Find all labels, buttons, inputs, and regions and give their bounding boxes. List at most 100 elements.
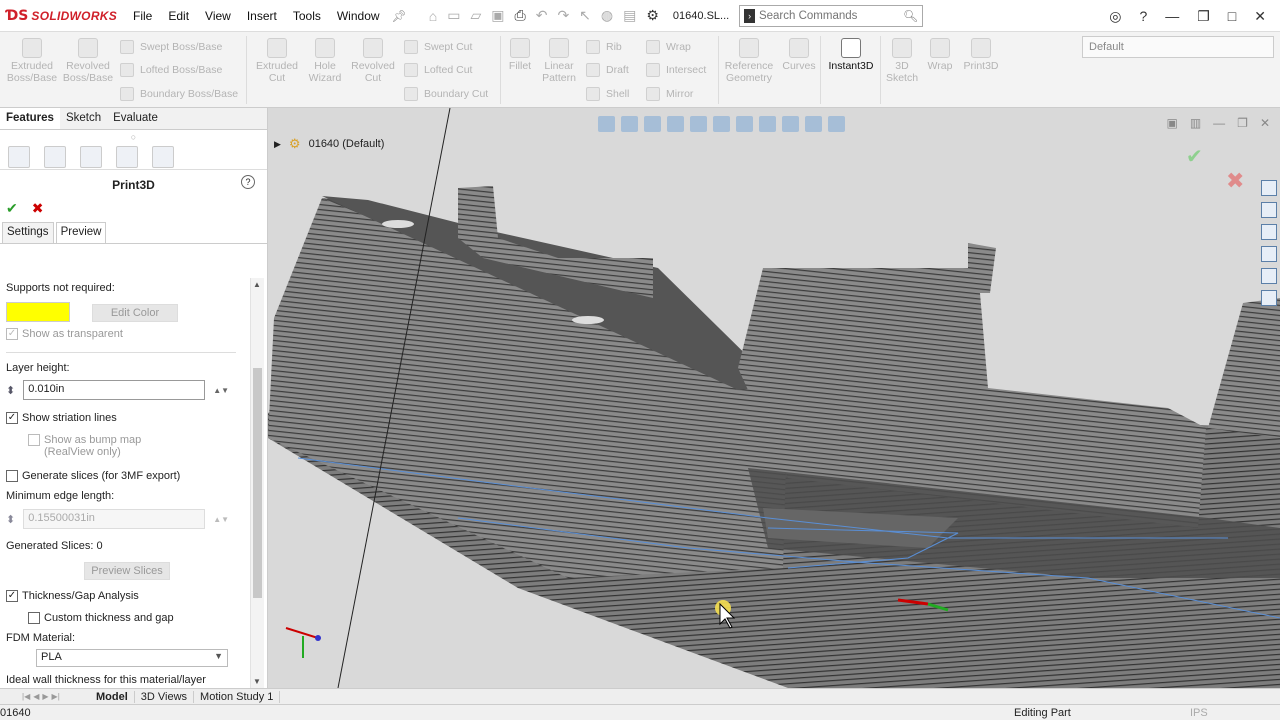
tab-model[interactable]: Model — [90, 690, 135, 703]
layer-height-input[interactable]: 0.010in — [23, 380, 206, 400]
select-icon[interactable]: ↖ — [579, 7, 591, 24]
bump-map-option[interactable]: Show as bump map — [28, 434, 141, 447]
design-library-icon[interactable] — [1261, 202, 1277, 218]
lofted-boss-button[interactable]: Lofted Boss/Base — [120, 63, 222, 77]
fdm-material-select[interactable]: PLA ▼ — [36, 649, 228, 667]
extruded-cut-button[interactable]: Extruded Cut — [252, 34, 302, 84]
menu-window[interactable]: Window — [329, 9, 388, 23]
lofted-cut-button[interactable]: Lofted Cut — [404, 63, 472, 77]
help-icon[interactable]: ? — [241, 175, 255, 189]
confirm-corner-ok-icon[interactable]: ✔ — [1186, 144, 1203, 169]
close-icon[interactable]: ✕ — [1254, 8, 1266, 25]
boundary-boss-button[interactable]: Boundary Boss/Base — [120, 87, 238, 101]
custom-thickness-option[interactable]: Custom thickness and gap — [28, 612, 174, 625]
tab-sketch[interactable]: Sketch — [60, 108, 107, 129]
linear-pattern-button[interactable]: Linear Pattern — [538, 34, 580, 84]
print3d-button[interactable]: Print3D — [960, 34, 1002, 72]
zoom-to-fit-icon[interactable] — [598, 116, 615, 132]
custom-properties-icon[interactable] — [1261, 290, 1277, 306]
split-icon[interactable]: ▥ — [1190, 116, 1201, 130]
previous-view-icon[interactable] — [644, 116, 661, 132]
user-icon[interactable]: ◎ — [1109, 8, 1121, 25]
scroll-up-icon[interactable]: ▲ — [253, 280, 261, 289]
property-manager-icon[interactable] — [44, 145, 66, 168]
file-properties-icon[interactable]: ▤ — [623, 7, 636, 24]
expand-arrow-icon[interactable]: ▶ — [274, 139, 281, 150]
configuration-manager-icon[interactable] — [80, 145, 102, 168]
search-icon[interactable]: 🔍︎ — [903, 9, 918, 23]
unit-system[interactable]: IPS — [1190, 707, 1208, 719]
tab-preview[interactable]: Preview — [55, 222, 107, 243]
dimxpert-icon[interactable] — [116, 145, 138, 168]
minimize-icon[interactable]: — — [1165, 8, 1179, 24]
intersect-button[interactable]: Intersect — [646, 63, 706, 77]
tab-evaluate[interactable]: Evaluate — [107, 108, 164, 129]
bump-map-checkbox[interactable] — [28, 434, 40, 447]
dynamic-annotation-icon[interactable] — [690, 116, 707, 132]
open-icon[interactable]: ▱ — [470, 7, 481, 24]
swept-boss-button[interactable]: Swept Boss/Base — [120, 40, 222, 54]
instant3d-button[interactable]: Instant3D — [824, 34, 878, 72]
3d-sketch-button[interactable]: 3D Sketch — [884, 34, 920, 84]
restore-icon[interactable]: ❐ — [1197, 8, 1210, 25]
reference-geometry-button[interactable]: Reference Geometry — [722, 34, 776, 84]
close-icon[interactable]: ✕ — [1260, 116, 1270, 130]
first-tab-icon[interactable]: |◀ — [22, 692, 30, 701]
thickness-gap-checkbox[interactable]: ✓ — [6, 590, 18, 603]
draft-button[interactable]: Draft — [586, 63, 629, 77]
generate-slices-option[interactable]: Generate slices (for 3MF export) — [6, 470, 180, 483]
min-edge-input[interactable]: 0.15500031in — [23, 509, 206, 529]
gear-icon[interactable]: ⚙ — [646, 7, 659, 24]
pm-scrollbar[interactable]: ▲ ▼ — [250, 278, 264, 688]
revolved-boss-button[interactable]: Revolved Boss/Base — [62, 34, 114, 84]
maximize-icon[interactable]: □ — [1228, 8, 1236, 24]
graphics-area[interactable]: ▶ ⚙ 01640 (Default) ▣ ▥ — ❐ ✕ ✔ ✖ — [268, 108, 1280, 688]
generate-slices-checkbox[interactable] — [6, 470, 18, 483]
home-icon[interactable]: ⌂ — [429, 8, 437, 24]
menu-edit[interactable]: Edit — [160, 9, 197, 23]
display-manager-icon[interactable] — [152, 145, 174, 168]
wrap-button[interactable]: Wrap — [646, 40, 691, 54]
last-tab-icon[interactable]: ▶| — [52, 692, 60, 701]
menu-tools[interactable]: Tools — [285, 9, 329, 23]
appearances-icon[interactable] — [1261, 268, 1277, 284]
solidworks-logo[interactable]: ƊS SOLIDWORKS — [0, 8, 125, 24]
confirm-corner-cancel-icon[interactable]: ✖ — [1226, 168, 1244, 194]
display-style-icon[interactable] — [736, 116, 753, 132]
show-transparent-checkbox[interactable]: ✓ — [6, 328, 18, 341]
tab-features[interactable]: Features — [0, 108, 60, 129]
tile-icon[interactable]: ▣ — [1166, 116, 1177, 130]
supports-color-swatch[interactable] — [6, 302, 70, 322]
pin-icon[interactable]: 📌︎ — [392, 9, 407, 23]
feature-tree-flyout[interactable]: ▶ ⚙ 01640 (Default) — [274, 136, 384, 152]
show-transparent-option[interactable]: ✓ Show as transparent — [6, 328, 123, 341]
apply-scene-icon[interactable] — [805, 116, 822, 132]
tab-3d-views[interactable]: 3D Views — [135, 690, 195, 703]
undo-icon[interactable]: ↶ — [536, 7, 548, 24]
curves-button[interactable]: Curves — [780, 34, 818, 72]
prev-tab-icon[interactable]: ◀ — [33, 692, 39, 701]
wrap-large-button[interactable]: Wrap — [922, 34, 958, 72]
panel-splitter[interactable]: ○ — [0, 130, 267, 144]
thickness-gap-option[interactable]: ✓ Thickness/Gap Analysis — [6, 590, 139, 603]
tab-settings[interactable]: Settings — [2, 222, 54, 243]
shell-button[interactable]: Shell — [586, 87, 629, 101]
next-tab-icon[interactable]: ▶ — [42, 692, 48, 701]
custom-thickness-checkbox[interactable] — [28, 612, 40, 625]
part-model[interactable] — [268, 108, 1280, 688]
menu-view[interactable]: View — [197, 9, 239, 23]
solidworks-resources-icon[interactable] — [1261, 180, 1277, 196]
restore-icon[interactable]: ❐ — [1237, 116, 1248, 130]
new-document-icon[interactable]: ▭ — [447, 7, 460, 24]
tab-motion-study-1[interactable]: Motion Study 1 — [194, 690, 281, 703]
ok-check-icon[interactable]: ✔ — [6, 200, 18, 217]
scroll-down-icon[interactable]: ▼ — [253, 677, 261, 686]
cancel-x-icon[interactable]: ✖ — [32, 200, 44, 217]
menu-insert[interactable]: Insert — [239, 9, 285, 23]
boundary-cut-button[interactable]: Boundary Cut — [404, 87, 488, 101]
view-palette-icon[interactable] — [1261, 246, 1277, 262]
hole-wizard-button[interactable]: Hole Wizard — [303, 34, 347, 84]
show-striation-option[interactable]: ✓ Show striation lines — [6, 412, 117, 425]
view-orientation-icon[interactable] — [713, 116, 730, 132]
save-icon[interactable]: ▣ — [491, 7, 504, 24]
